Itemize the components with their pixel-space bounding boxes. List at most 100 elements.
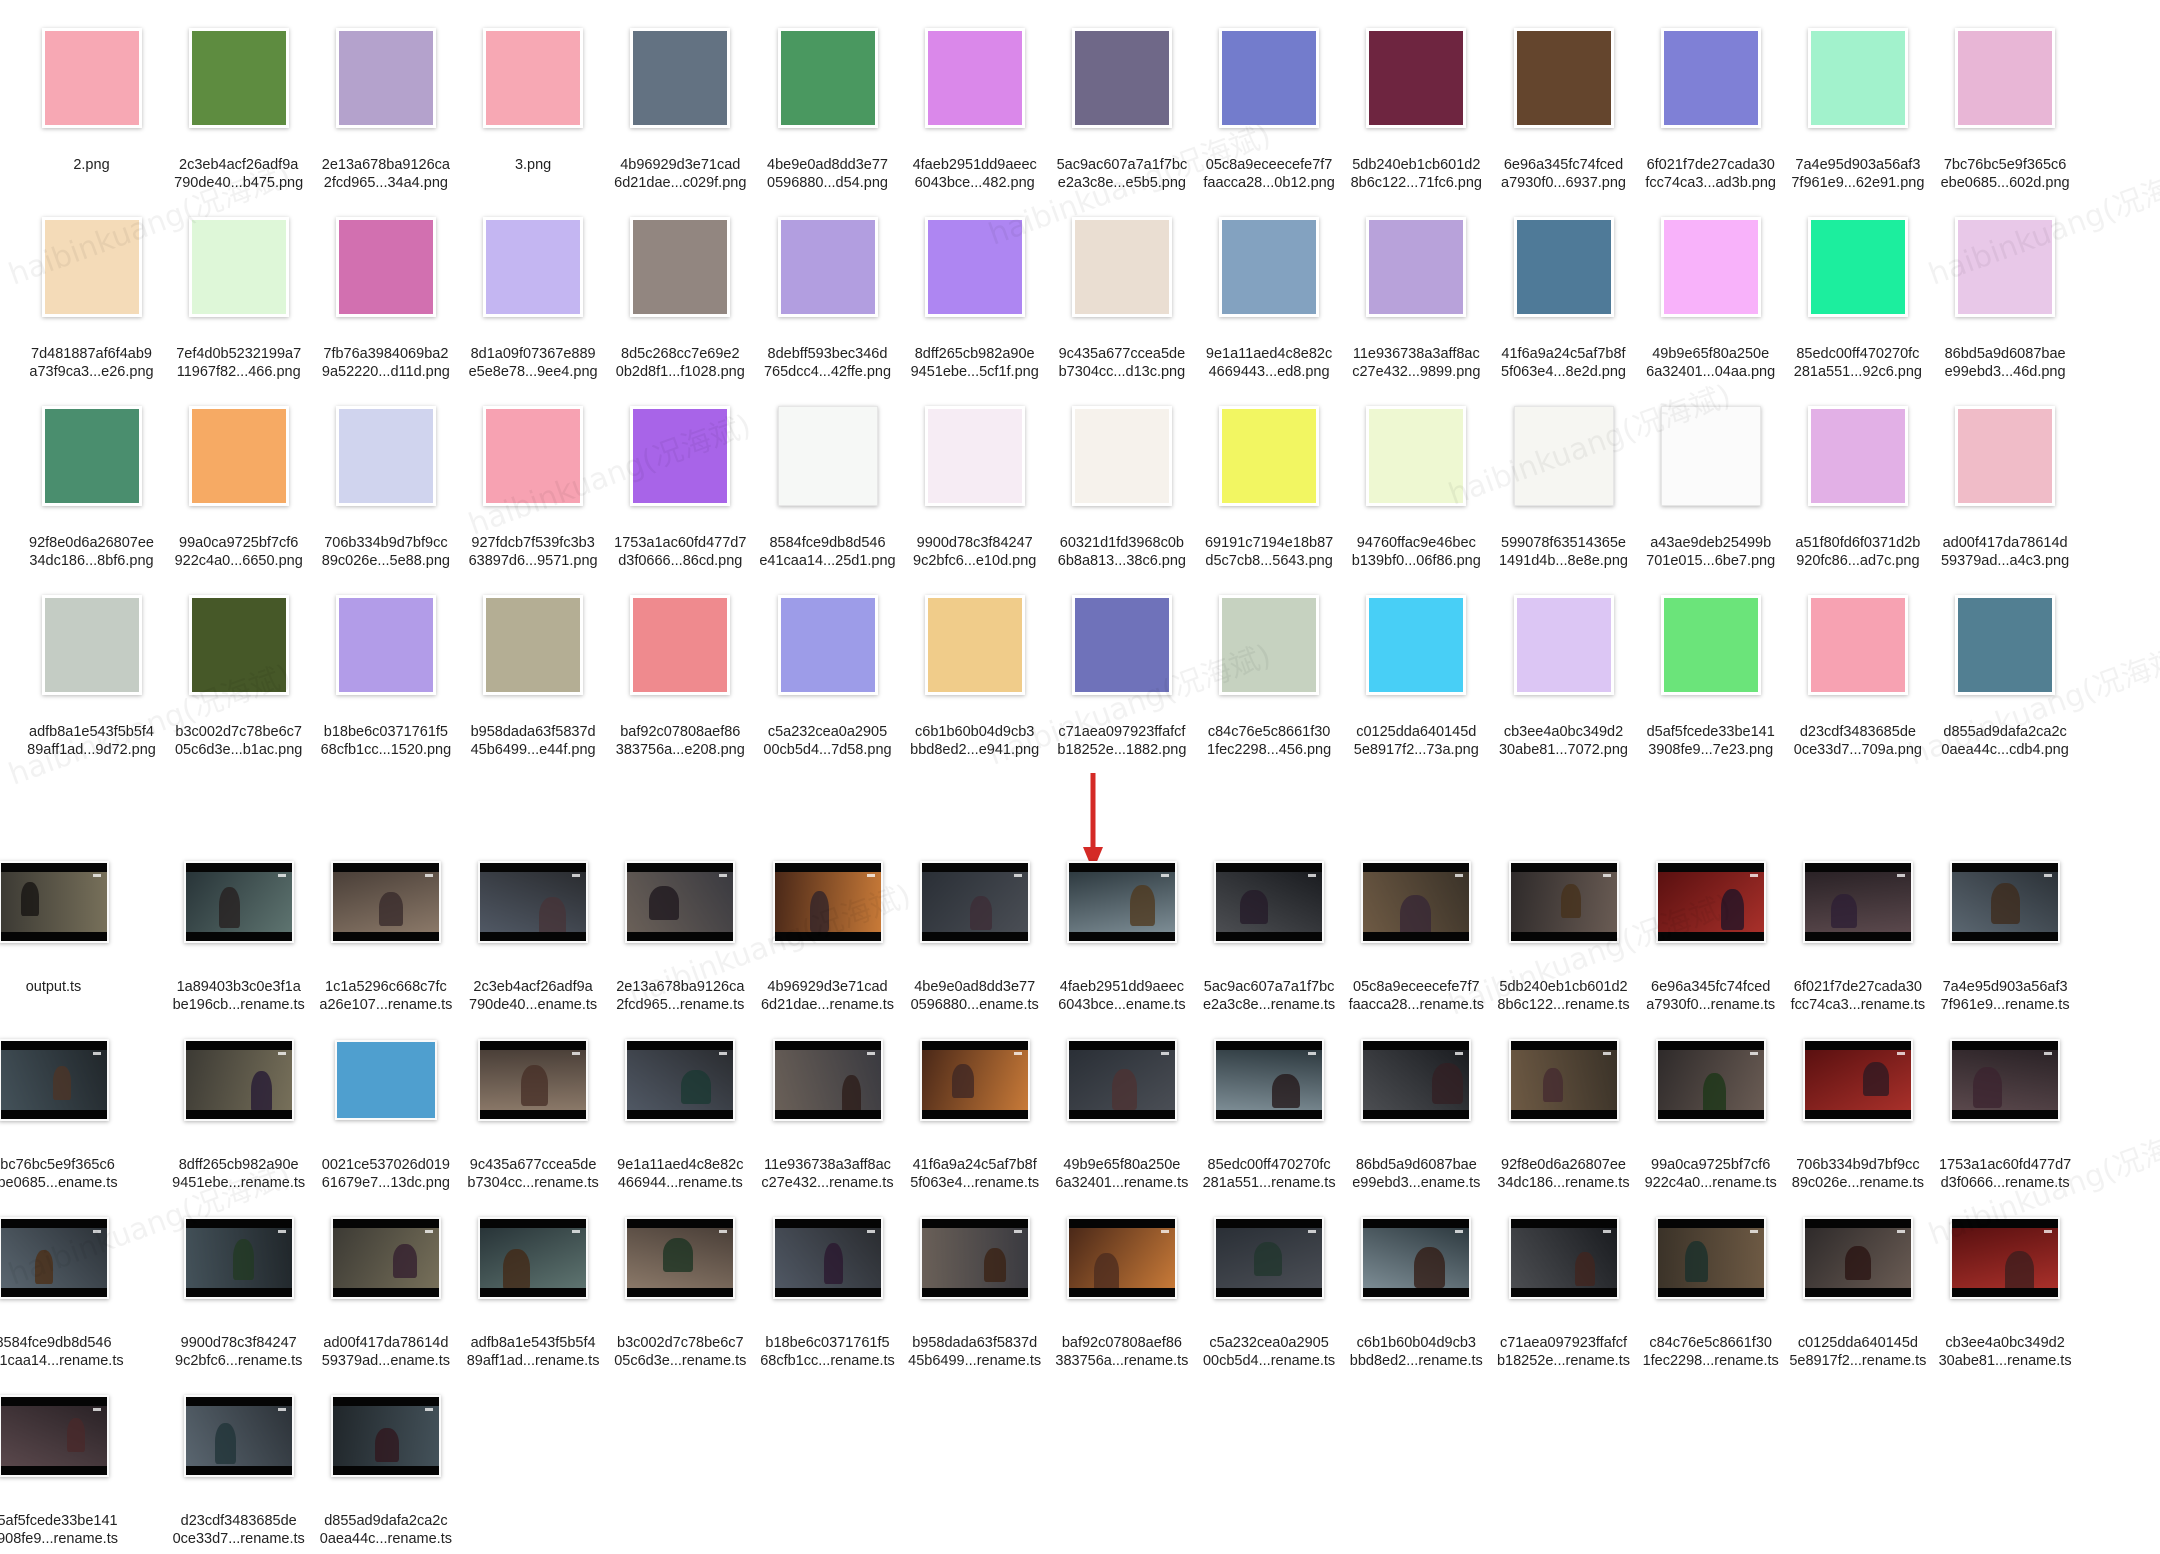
color-swatch-thumbnail[interactable] xyxy=(41,28,142,128)
file-item-png[interactable]: 94760ffac9e46bec b139bf0...06f86.png xyxy=(1343,390,1489,569)
thumbnail-frame[interactable] xyxy=(1785,201,1931,333)
thumbnail-frame[interactable] xyxy=(460,842,606,962)
file-item-video[interactable]: ad00f417da78614d 59379ad...ename.ts xyxy=(313,1198,459,1376)
thumbnail-frame[interactable] xyxy=(1049,1020,1195,1140)
video-thumbnail[interactable] xyxy=(1508,1217,1619,1299)
video-thumbnail[interactable] xyxy=(1066,1217,1177,1299)
file-item-video[interactable]: 9900d78c3f84247 9c2bfc6...rename.ts xyxy=(166,1198,312,1376)
file-item-png[interactable]: c5a232cea0a2905 00cb5d4...7d58.png xyxy=(755,579,901,758)
file-item-video[interactable]: d5af5fcede33be141 3908fe9...rename.ts xyxy=(0,1376,127,1554)
color-swatch-thumbnail[interactable] xyxy=(1513,28,1614,128)
thumbnail-frame[interactable] xyxy=(902,579,1048,711)
color-swatch-thumbnail[interactable] xyxy=(1366,406,1467,506)
file-item-png[interactable]: 6e96a345fc74fced a7930f0...6937.png xyxy=(1491,12,1637,191)
file-item-png[interactable]: 7d481887af6f4ab9 a73f9ca3...e26.png xyxy=(19,201,165,380)
file-item-video[interactable]: baf92c07808aef86 383756a...rename.ts xyxy=(1049,1198,1195,1376)
video-thumbnail[interactable] xyxy=(1950,1217,2061,1299)
file-item-png[interactable]: 2e13a678ba9126ca 2fcd965...34a4.png xyxy=(313,12,459,191)
thumbnail-frame[interactable] xyxy=(1491,1198,1637,1318)
video-thumbnail[interactable] xyxy=(334,1040,437,1120)
thumbnail-frame[interactable] xyxy=(1932,12,2078,144)
thumbnail-frame[interactable] xyxy=(1932,579,2078,711)
color-swatch-thumbnail[interactable] xyxy=(1807,595,1908,695)
file-item-video[interactable]: 6e96a345fc74fced a7930f0...rename.ts xyxy=(1638,842,1784,1020)
color-swatch-thumbnail[interactable] xyxy=(1219,406,1320,506)
thumbnail-frame[interactable] xyxy=(1196,390,1342,522)
color-swatch-thumbnail[interactable] xyxy=(1071,595,1172,695)
thumbnail-frame[interactable] xyxy=(1785,579,1931,711)
color-swatch-thumbnail[interactable] xyxy=(335,28,436,128)
video-thumbnail[interactable] xyxy=(330,1217,441,1299)
file-item-png[interactable]: 7a4e95d903a56af3 7f961e9...62e91.png xyxy=(1785,12,1931,191)
file-item-video[interactable]: 1c1a5296c668c7fc a26e107...rename.ts xyxy=(313,842,459,1020)
file-item-png[interactable]: 7bc76bc5e9f365c6 ebe0685...602d.png xyxy=(1932,12,2078,191)
file-item-png[interactable]: 85edc00ff470270fc 281a551...92c6.png xyxy=(1785,201,1931,380)
file-item-png[interactable]: 3.png xyxy=(460,12,606,190)
thumbnail-frame[interactable] xyxy=(166,12,312,144)
thumbnail-frame[interactable] xyxy=(166,1376,312,1496)
thumbnail-frame[interactable] xyxy=(1638,1198,1784,1318)
file-item-video[interactable]: 8584fce9db8d546 e41caa14...rename.ts xyxy=(0,1198,127,1376)
video-thumbnail[interactable] xyxy=(0,1217,109,1299)
file-item-video[interactable]: 99a0ca9725bf7cf6 922c4a0...rename.ts xyxy=(1638,1020,1784,1198)
video-thumbnail[interactable] xyxy=(919,1039,1030,1121)
file-item-video[interactable]: d855ad9dafa2ca2c 0aea44c...rename.ts xyxy=(313,1376,459,1554)
file-item-png[interactable]: 60321d1fd3968c0b 6b8a813...38c6.png xyxy=(1049,390,1195,569)
file-item-video[interactable]: 1753a1ac60fd477d7 d3f0666...rename.ts xyxy=(1932,1020,2078,1198)
color-swatch-thumbnail[interactable] xyxy=(1955,406,2056,506)
color-swatch-thumbnail[interactable] xyxy=(1955,217,2056,317)
video-thumbnail[interactable] xyxy=(183,1395,294,1477)
thumbnail-frame[interactable] xyxy=(1491,201,1637,333)
file-item-png[interactable]: 4faeb2951dd9aeec 6043bce...482.png xyxy=(902,12,1048,191)
file-item-video[interactable]: output.ts xyxy=(0,842,127,1020)
file-item-png[interactable]: 706b334b9d7bf9cc 89c026e...5e88.png xyxy=(313,390,459,569)
file-item-video[interactable]: 4faeb2951dd9aeec 6043bce...ename.ts xyxy=(1049,842,1195,1020)
video-thumbnail[interactable] xyxy=(183,1217,294,1299)
video-thumbnail[interactable] xyxy=(919,861,1030,943)
file-item-png[interactable]: 5db240eb1cb601d2 8b6c122...71fc6.png xyxy=(1343,12,1489,191)
video-thumbnail[interactable] xyxy=(1655,1039,1766,1121)
thumbnail-frame[interactable] xyxy=(1932,201,2078,333)
video-thumbnail[interactable] xyxy=(625,861,736,943)
thumbnail-frame[interactable] xyxy=(1343,842,1489,962)
color-swatch-thumbnail[interactable] xyxy=(924,406,1025,506)
file-item-png[interactable]: cb3ee4a0bc349d2 30abe81...7072.png xyxy=(1491,579,1637,758)
video-thumbnail[interactable] xyxy=(478,1217,589,1299)
thumbnail-frame[interactable] xyxy=(1049,579,1195,711)
thumbnail-frame[interactable] xyxy=(0,1198,127,1318)
thumbnail-frame[interactable] xyxy=(1049,1198,1195,1318)
file-item-video[interactable]: 2e13a678ba9126ca 2fcd965...rename.ts xyxy=(607,842,753,1020)
color-swatch-thumbnail[interactable] xyxy=(41,217,142,317)
video-thumbnail[interactable] xyxy=(330,1395,441,1477)
color-swatch-thumbnail[interactable] xyxy=(1366,595,1467,695)
file-item-video[interactable]: 9e1a11aed4c8e82c 466944...rename.ts xyxy=(607,1020,753,1198)
thumbnail-frame[interactable] xyxy=(607,12,753,144)
file-item-video[interactable]: cb3ee4a0bc349d2 30abe81...rename.ts xyxy=(1932,1198,2078,1376)
file-item-video[interactable]: 85edc00ff470270fc 281a551...rename.ts xyxy=(1196,1020,1342,1198)
file-item-video[interactable]: 2c3eb4acf26adf9a 790de40...ename.ts xyxy=(460,842,606,1020)
file-item-video[interactable]: c5a232cea0a2905 00cb5d4...rename.ts xyxy=(1196,1198,1342,1376)
thumbnail-frame[interactable] xyxy=(1932,1198,2078,1318)
file-item-png[interactable]: baf92c07808aef86 383756a...e208.png xyxy=(607,579,753,758)
file-item-video[interactable]: 92f8e0d6a26807ee 34dc186...rename.ts xyxy=(1491,1020,1637,1198)
file-item-png[interactable]: b958dada63f5837d 45b6499...e44f.png xyxy=(460,579,606,758)
color-swatch-thumbnail[interactable] xyxy=(1660,217,1761,317)
color-swatch-thumbnail[interactable] xyxy=(1807,28,1908,128)
color-swatch-thumbnail[interactable] xyxy=(630,406,731,506)
thumbnail-frame[interactable] xyxy=(313,1376,459,1496)
thumbnail-frame[interactable] xyxy=(902,12,1048,144)
thumbnail-frame[interactable] xyxy=(755,1198,901,1318)
thumbnail-frame[interactable] xyxy=(607,1020,753,1140)
video-thumbnail[interactable] xyxy=(1802,1217,1913,1299)
color-swatch-thumbnail[interactable] xyxy=(1807,406,1908,506)
thumbnail-frame[interactable] xyxy=(313,579,459,711)
video-thumbnail[interactable] xyxy=(1655,1217,1766,1299)
file-item-png[interactable]: 9e1a11aed4c8e82c 4669443...ed8.png xyxy=(1196,201,1342,380)
thumbnail-frame[interactable] xyxy=(0,1020,127,1140)
file-item-png[interactable]: 927fdcb7f539fc3b3 63897d6...9571.png xyxy=(460,390,606,569)
thumbnail-frame[interactable] xyxy=(313,390,459,522)
file-item-video[interactable]: c84c76e5c8661f30 1fec2298...rename.ts xyxy=(1638,1198,1784,1376)
file-item-video[interactable]: c71aea097923ffafcf b18252e...rename.ts xyxy=(1491,1198,1637,1376)
thumbnail-frame[interactable] xyxy=(313,1020,459,1140)
thumbnail-frame[interactable] xyxy=(1785,1020,1931,1140)
